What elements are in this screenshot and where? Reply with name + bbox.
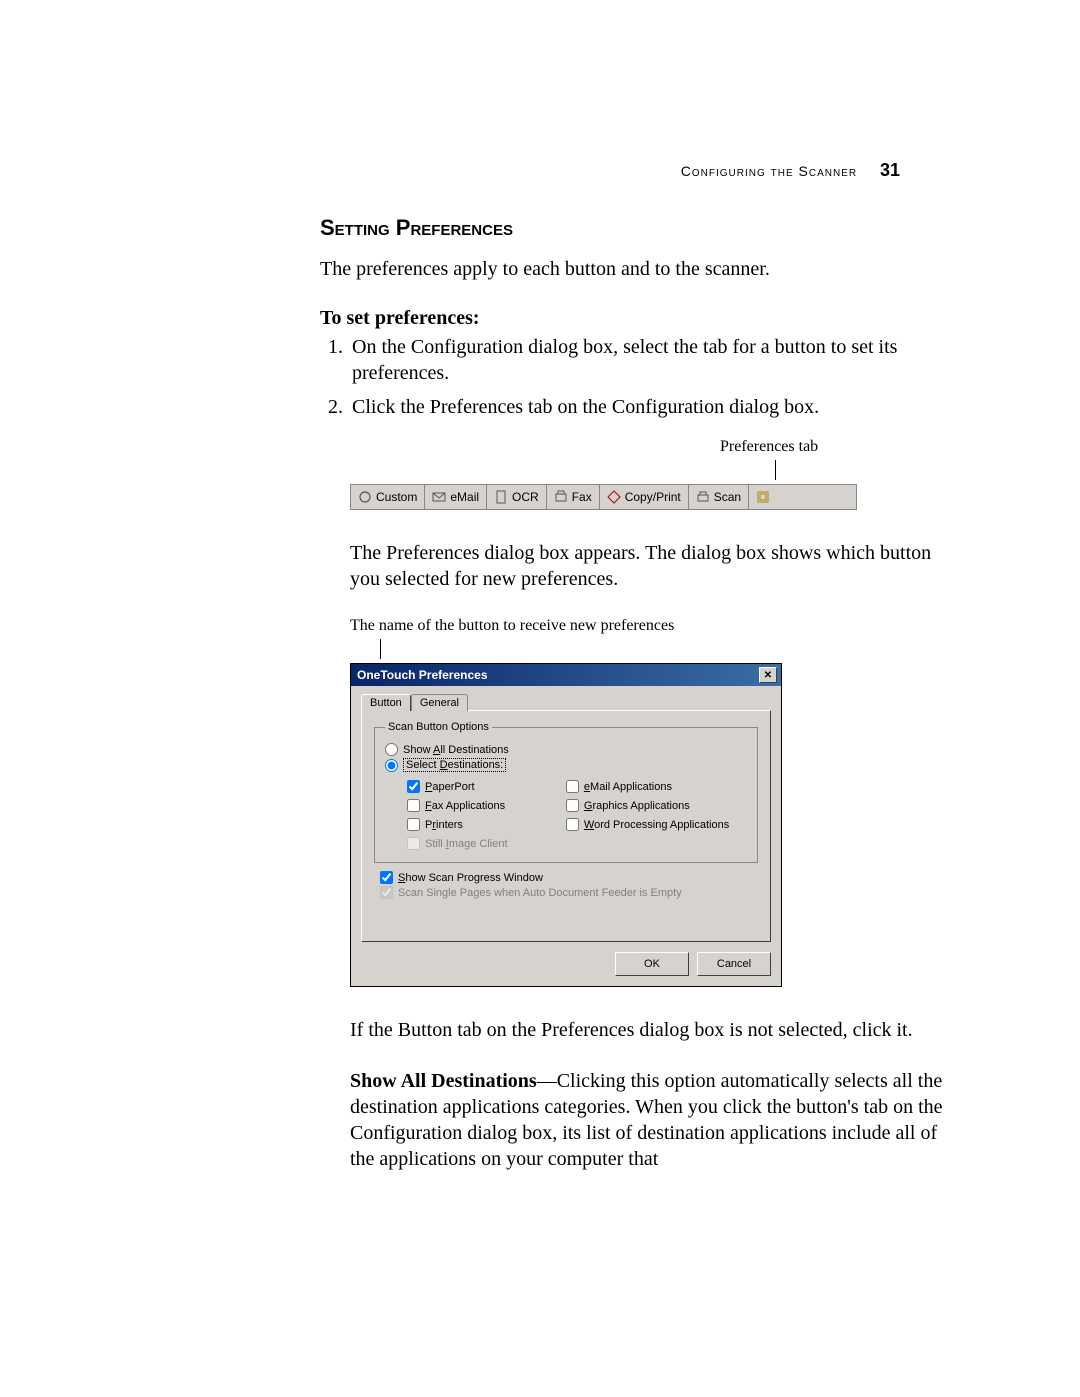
paragraph-after-dialog: If the Button tab on the Preferences dia…	[350, 1017, 960, 1043]
ok-button[interactable]: OK	[615, 952, 689, 976]
checkbox-input[interactable]	[566, 818, 579, 831]
diamond-icon	[607, 490, 621, 504]
dialog-figure: The name of the button to receive new pr…	[350, 617, 960, 987]
extra-options: Show Scan Progress Window Scan Single Pa…	[380, 871, 758, 899]
tab-label: Copy/Print	[625, 490, 681, 504]
page-number: 31	[880, 160, 900, 180]
checkbox-label: Scan Single Pages when Auto Document Fee…	[398, 887, 682, 899]
checkbox-input[interactable]	[407, 799, 420, 812]
tabstrip-figure: Preferences tab Custom eMail	[350, 438, 960, 510]
checkbox-input[interactable]	[407, 780, 420, 793]
dialog-tab-button[interactable]: Button	[361, 694, 411, 711]
mail-icon	[432, 490, 446, 504]
cancel-button[interactable]: Cancel	[697, 952, 771, 976]
checkbox-paperport[interactable]: PaperPort	[407, 780, 558, 793]
dialog-tabs: Button General	[361, 694, 771, 711]
show-all-paragraph: Show All Destinations—Clicking this opti…	[350, 1068, 960, 1172]
step-2: Click the Preferences tab on the Configu…	[348, 394, 960, 420]
checkbox-label: PaperPort	[425, 781, 475, 793]
dialog-title-text: OneTouch Preferences	[357, 668, 488, 682]
checkbox-input	[407, 837, 420, 850]
step-1: On the Configuration dialog box, select …	[348, 334, 960, 386]
tab-ocr[interactable]: OCR	[487, 485, 547, 509]
show-all-label: Show All Destinations	[350, 1070, 537, 1092]
annotation-line	[775, 460, 776, 480]
tab-label: eMail	[450, 490, 479, 504]
radio-label: Show All Destinations	[403, 744, 509, 756]
checkbox-input[interactable]	[407, 818, 420, 831]
dialog-body: Button General Scan Button Options Show …	[351, 686, 781, 952]
tab-label: Button	[370, 697, 402, 709]
radio-label: Select Destinations:	[403, 758, 506, 772]
radio-show-all-input[interactable]	[385, 743, 398, 756]
tab-email[interactable]: eMail	[425, 485, 487, 509]
tab-fax[interactable]: Fax	[547, 485, 600, 509]
tab-custom[interactable]: Custom	[351, 485, 425, 509]
checkbox-word[interactable]: Word Processing Applications	[566, 818, 747, 831]
running-header: Configuring the Scanner 31	[681, 160, 900, 181]
tab-label: General	[420, 697, 459, 709]
checkbox-label: Printers	[425, 819, 463, 831]
paragraph-after-tabstrip: The Preferences dialog box appears. The …	[350, 540, 960, 592]
intro-paragraph: The preferences apply to each button and…	[320, 256, 960, 282]
radio-select-destinations[interactable]: Select Destinations:	[385, 758, 747, 772]
scan-button-options-group: Scan Button Options Show All Destination…	[374, 721, 758, 863]
checkbox-label: Still Image Client	[425, 838, 508, 850]
preferences-icon	[756, 490, 770, 504]
checkbox-single-pages: Scan Single Pages when Auto Document Fee…	[380, 886, 758, 899]
radio-show-all[interactable]: Show All Destinations	[385, 743, 747, 756]
close-icon: ✕	[764, 670, 772, 681]
checkbox-label: Word Processing Applications	[584, 819, 729, 831]
checkbox-input	[380, 886, 393, 899]
dialog-panel: Scan Button Options Show All Destination…	[361, 710, 771, 942]
checkbox-input[interactable]	[566, 799, 579, 812]
annotation-line	[380, 639, 381, 659]
subheading: To set preferences:	[320, 307, 960, 330]
button-label: OK	[644, 958, 660, 970]
checkbox-label: Fax Applications	[425, 800, 505, 812]
checkbox-printers[interactable]: Printers	[407, 818, 558, 831]
config-tabstrip: Custom eMail OCR	[350, 484, 857, 510]
checkbox-fax[interactable]: Fax Applications	[407, 799, 558, 812]
printer-icon	[696, 490, 710, 504]
button-label: Cancel	[717, 958, 751, 970]
checkbox-input[interactable]	[380, 871, 393, 884]
tab-preferences[interactable]	[749, 485, 777, 509]
close-button[interactable]: ✕	[759, 667, 777, 683]
dialog-tab-general[interactable]: General	[411, 694, 468, 711]
checkbox-progress[interactable]: Show Scan Progress Window	[380, 871, 758, 884]
checkbox-input[interactable]	[566, 780, 579, 793]
page-icon	[494, 490, 508, 504]
checkbox-label: Graphics Applications	[584, 800, 690, 812]
tab-scan[interactable]: Scan	[689, 485, 749, 509]
fax-icon	[554, 490, 568, 504]
dialog-titlebar: OneTouch Preferences ✕	[351, 664, 781, 686]
checkbox-still-image: Still Image Client	[407, 837, 558, 850]
group-label: Scan Button Options	[385, 721, 492, 733]
steps-list: On the Configuration dialog box, select …	[320, 334, 960, 420]
tab-label: Scan	[714, 490, 741, 504]
dialog-annotation: The name of the button to receive new pr…	[350, 617, 960, 635]
checkbox-email[interactable]: eMail Applications	[566, 780, 747, 793]
tabstrip-annotation: Preferences tab	[720, 438, 960, 456]
running-head-text: Configuring the Scanner	[681, 163, 857, 179]
checkbox-graphics[interactable]: Graphics Applications	[566, 799, 747, 812]
dialog-buttons: OK Cancel	[351, 952, 781, 986]
section-heading: Setting Preferences	[320, 215, 960, 241]
tab-label: Fax	[572, 490, 592, 504]
checkbox-label: eMail Applications	[584, 781, 672, 793]
checkbox-label: Show Scan Progress Window	[398, 872, 543, 884]
page-content: Setting Preferences The preferences appl…	[320, 215, 960, 1172]
tab-copyprint[interactable]: Copy/Print	[600, 485, 689, 509]
destinations-grid: PaperPort eMail Applications Fax Applica…	[407, 778, 747, 852]
tab-label: OCR	[512, 490, 539, 504]
tab-label: Custom	[376, 490, 417, 504]
circle-icon	[358, 490, 372, 504]
preferences-dialog: OneTouch Preferences ✕ Button General	[350, 663, 782, 987]
document-page: Configuring the Scanner 31 Setting Prefe…	[0, 0, 1080, 1397]
radio-select-input[interactable]	[385, 759, 398, 772]
